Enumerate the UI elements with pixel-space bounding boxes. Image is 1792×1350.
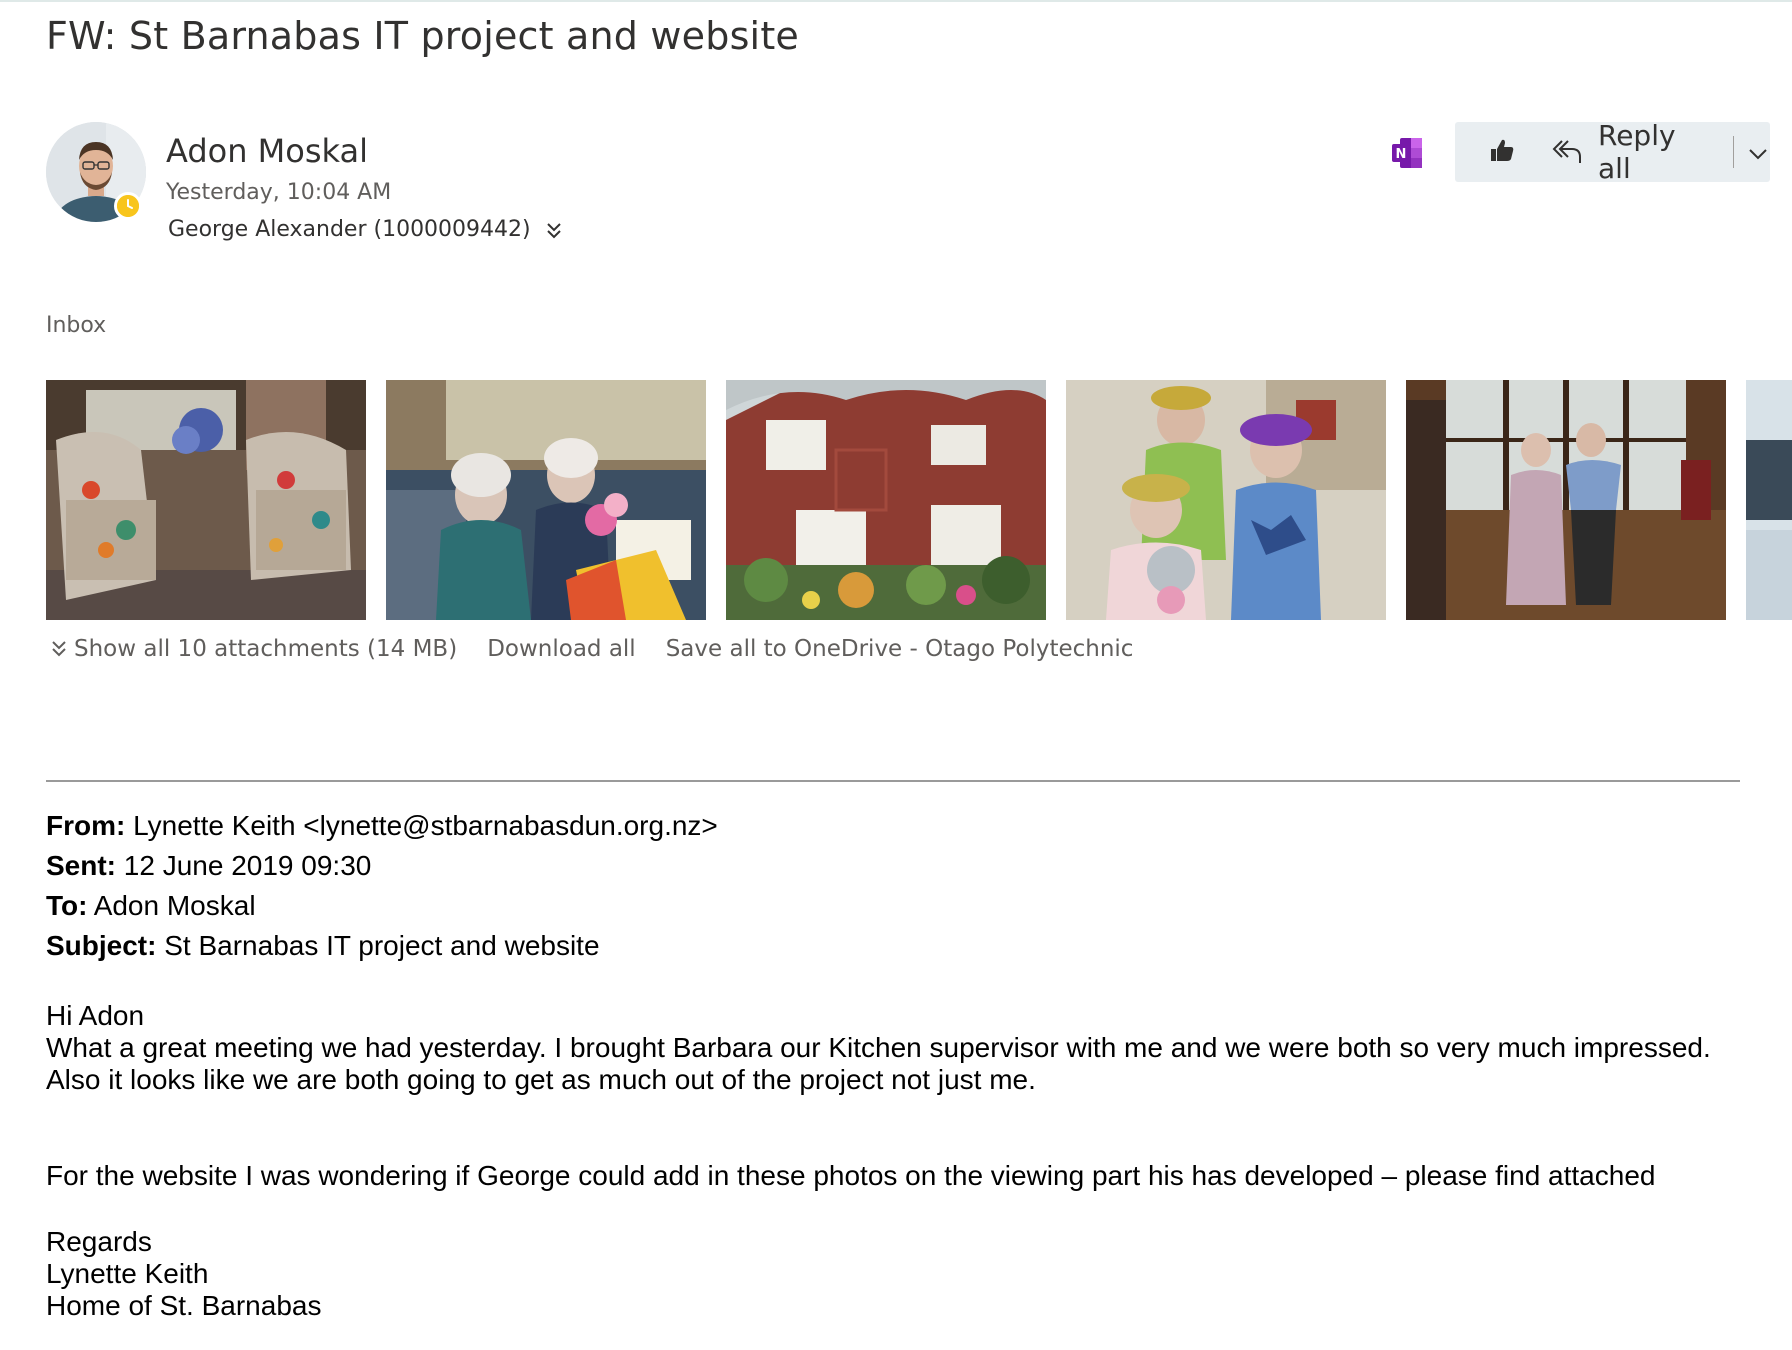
sender-name[interactable]: Adon Moskal: [166, 132, 368, 170]
message-body: From: Lynette Keith <lynette@stbarnabasd…: [46, 806, 1766, 1322]
attachment-thumbnail-armchairs[interactable]: [46, 380, 366, 620]
expand-recipients-icon[interactable]: [545, 219, 563, 241]
folder-label[interactable]: Inbox: [46, 313, 106, 338]
signature-name: Lynette Keith: [46, 1258, 209, 1289]
attachment-strip: [46, 380, 1792, 620]
signature-org: Home of St. Barnabas: [46, 1290, 322, 1321]
subject-label: Subject:: [46, 930, 157, 961]
forwarded-from-line: From: Lynette Keith <lynette@stbarnabasd…: [46, 806, 1766, 846]
onenote-icon[interactable]: N: [1390, 136, 1424, 170]
forwarded-sent-line: Sent: 12 June 2019 09:30: [46, 846, 1766, 886]
download-all-link[interactable]: Download all: [487, 636, 636, 662]
email-subject: FW: St Barnabas IT project and website: [46, 14, 799, 58]
subject-value: St Barnabas IT project and website: [164, 930, 600, 961]
attachment-thumbnail-brick-house[interactable]: [726, 380, 1046, 620]
presence-away-icon: [114, 192, 142, 220]
forwarded-to-line: To: Adon Moskal: [46, 886, 1766, 926]
greeting: Hi Adon: [46, 1000, 145, 1031]
reply-options-chevron-icon[interactable]: [1746, 140, 1770, 164]
like-button[interactable]: [1455, 122, 1548, 182]
sent-label: Sent:: [46, 850, 116, 881]
show-all-label: Show all 10 attachments (14 MB): [74, 636, 458, 662]
svg-text:N: N: [1396, 147, 1407, 162]
recipient-name[interactable]: George Alexander (1000009442): [168, 217, 531, 242]
sent-timestamp: Yesterday, 10:04 AM: [166, 180, 392, 205]
show-all-attachments-link[interactable]: Show all 10 attachments (14 MB): [50, 636, 457, 662]
split-divider: [1733, 136, 1734, 168]
from-value: Lynette Keith <lynette@stbarnabasdun.org…: [133, 810, 718, 841]
reply-all-button[interactable]: Reply all: [1536, 119, 1770, 185]
attachment-thumbnail-ladies-flowers[interactable]: [386, 380, 706, 620]
attachment-actions: Show all 10 attachments (14 MB) Download…: [50, 636, 1163, 662]
to-label: To:: [46, 890, 88, 921]
from-label: From:: [46, 810, 126, 841]
body-paragraph-2: For the website I was wondering if Georg…: [46, 1160, 1656, 1191]
attachment-thumbnail-partial[interactable]: [1746, 380, 1792, 620]
body-paragraph-1: What a great meeting we had yesterday. I…: [46, 1032, 1711, 1095]
recipients-line[interactable]: George Alexander (1000009442): [168, 217, 563, 242]
forwarded-subject-line: Subject: St Barnabas IT project and webs…: [46, 926, 1766, 966]
expand-attachments-icon: [50, 638, 68, 660]
forward-divider: [46, 780, 1740, 782]
reply-all-label: Reply all: [1598, 119, 1676, 185]
reply-all-icon: [1550, 135, 1584, 169]
signoff: Regards: [46, 1226, 152, 1257]
attachment-thumbnail-tinsel-crowns[interactable]: [1066, 380, 1386, 620]
save-all-onedrive-link[interactable]: Save all to OneDrive - Otago Polytechnic: [666, 636, 1134, 662]
sent-value: 12 June 2019 09:30: [123, 850, 372, 881]
like-icon: [1487, 135, 1517, 169]
top-border: [0, 0, 1792, 2]
to-value: Adon Moskal: [93, 890, 256, 921]
attachment-thumbnail-dancing-couple[interactable]: [1406, 380, 1726, 620]
